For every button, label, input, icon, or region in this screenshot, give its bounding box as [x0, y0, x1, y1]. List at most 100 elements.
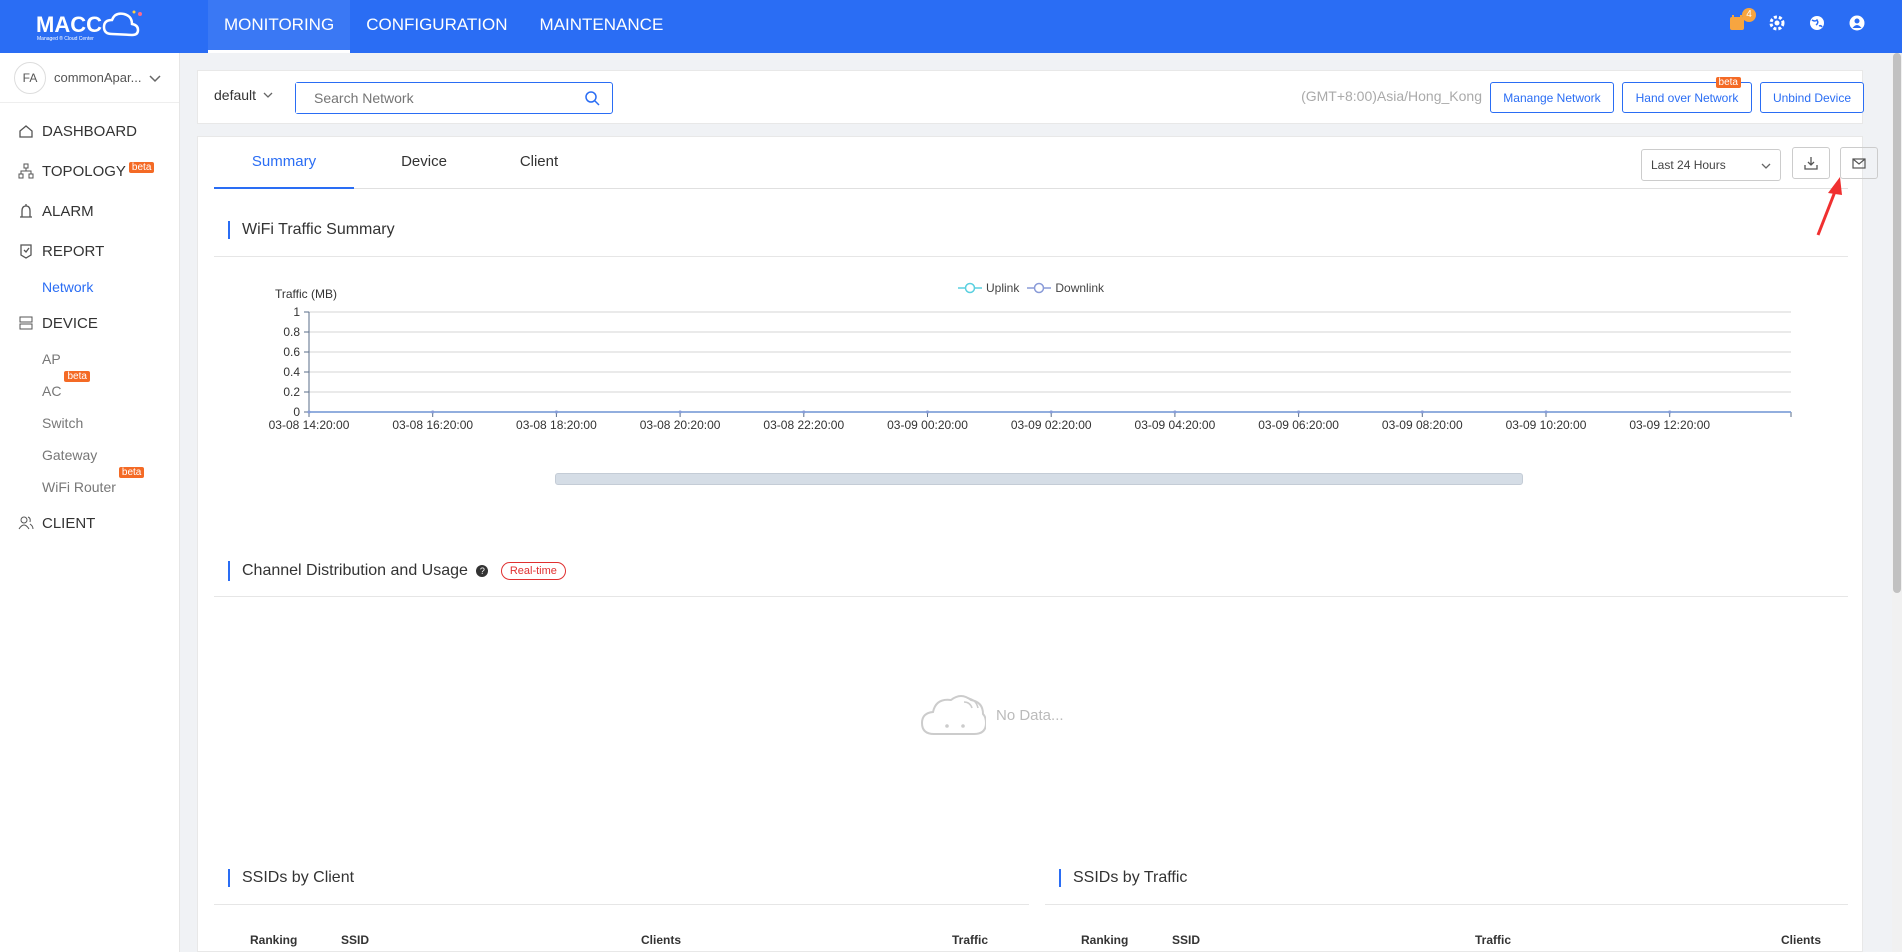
sidebar-item-gateway[interactable]: Gateway	[0, 439, 179, 471]
sidebar-item-label: WiFi Router	[42, 479, 116, 495]
top-nav: MONITORING CONFIGURATION MAINTENANCE	[208, 0, 679, 53]
search-icon[interactable]	[584, 90, 600, 106]
beta-badge: beta	[118, 467, 145, 478]
x-tick-label: 03-08 20:20:00	[640, 418, 721, 432]
col-header-traffic: Traffic	[952, 933, 989, 947]
notification-badge: 4	[1742, 8, 1756, 22]
main-card: Summary Device Client Last 24 Hours WiFi…	[197, 136, 1878, 952]
sidebar-item-client[interactable]: CLIENT	[0, 503, 179, 543]
sidebar-item-device[interactable]: DEVICE	[0, 303, 179, 343]
user-icon[interactable]	[1848, 14, 1868, 34]
col-header-ssid: SSID	[341, 933, 370, 947]
sidebar-item-label: DASHBOARD	[42, 122, 138, 140]
notification-icon[interactable]: 4	[1728, 8, 1756, 34]
divider	[1045, 904, 1848, 905]
sidebar-item-label: ALARM	[42, 202, 94, 220]
tab-device[interactable]: Device	[364, 137, 484, 189]
sidebar-item-dashboard[interactable]: DASHBOARD	[0, 111, 179, 151]
x-tick-label: 03-08 16:20:00	[392, 418, 473, 432]
timezone-label: (GMT+8:00)Asia/Hong_Kong	[1301, 88, 1482, 104]
data-point	[1544, 410, 1548, 414]
device-icon	[19, 316, 33, 330]
download-icon	[1804, 157, 1818, 170]
y-tick-label: 1	[293, 305, 300, 319]
search-input[interactable]	[296, 83, 566, 113]
y-tick-label: 0.6	[283, 345, 300, 359]
sidebar-item-label: DEVICE	[42, 314, 98, 332]
annotation-arrow	[1816, 177, 1842, 236]
data-point	[678, 410, 682, 414]
beta-badge: beta	[64, 371, 90, 382]
topology-icon	[18, 163, 34, 179]
network-select[interactable]: default	[214, 87, 274, 103]
sidebar: FA commonApar... DASHBOARD TOPOLOGY beta…	[0, 53, 180, 952]
x-tick-label: 03-09 06:20:00	[1258, 418, 1339, 432]
filter-bar: default (GMT+8:00)Asia/Hong_Kong Manange…	[197, 70, 1864, 124]
nav-configuration[interactable]: CONFIGURATION	[350, 0, 523, 53]
tab-summary[interactable]: Summary	[214, 137, 354, 189]
x-tick-label: 03-09 02:20:00	[1011, 418, 1092, 432]
realtime-badge: Real-time	[500, 561, 566, 580]
hand-over-label: Hand over Network	[1635, 90, 1739, 105]
chevron-down-icon	[263, 92, 273, 98]
data-point	[307, 410, 311, 414]
top-bar: MACC Managed ® Cloud Center MONITORING C…	[0, 0, 1902, 53]
page-scrollbar[interactable]	[1892, 53, 1902, 952]
traffic-line-chart: Traffic (MB) 1 0.8 0.6 0.4 0.2 003-08 14:20:00…	[269, 287, 1792, 432]
data-point	[802, 410, 806, 414]
divider	[214, 596, 1848, 597]
col-header-ssid: SSID	[1172, 933, 1201, 947]
home-icon	[19, 125, 33, 138]
nav-maintenance[interactable]: MAINTENANCE	[524, 0, 680, 53]
nav-monitoring[interactable]: MONITORING	[208, 0, 351, 53]
logo-subtext: Managed ® Cloud Center	[37, 35, 94, 42]
alarm-icon	[20, 204, 32, 218]
sidebar-item-label: TOPOLOGY	[42, 162, 126, 180]
client-icon	[18, 516, 34, 530]
time-range-value: Last 24 Hours	[1651, 158, 1726, 172]
manage-network-button[interactable]: Manange Network	[1490, 82, 1614, 113]
sidebar-item-ap[interactable]: AP	[0, 343, 179, 375]
globe-icon[interactable]	[1808, 14, 1828, 34]
chart-zoom-slider[interactable]	[555, 473, 1523, 485]
data-point	[554, 410, 558, 414]
unbind-device-button[interactable]: Unbind Device	[1760, 82, 1864, 113]
logo-text: MACC	[36, 12, 102, 37]
x-tick-label: 03-09 12:20:00	[1629, 418, 1710, 432]
gear-icon[interactable]	[1768, 14, 1788, 34]
sidebar-item-ac[interactable]: ACbeta	[0, 371, 179, 407]
col-header-traffic: Traffic	[1475, 933, 1512, 947]
cloud-icon	[920, 695, 986, 735]
x-tick-label: 03-09 00:20:00	[887, 418, 968, 432]
sidebar-item-alarm[interactable]: ALARM	[0, 191, 179, 231]
sidebar-item-network[interactable]: Network	[0, 271, 179, 303]
help-icon[interactable]: ?	[476, 564, 489, 577]
tenant-selector[interactable]: FA commonApar...	[0, 53, 179, 103]
y-tick-label: 0.2	[283, 385, 300, 399]
sidebar-item-wifi-router[interactable]: WiFi Routerbeta	[0, 467, 179, 503]
tab-client[interactable]: Client	[484, 137, 594, 189]
sidebar-item-report[interactable]: REPORT	[0, 231, 179, 271]
section-title-ssids-traffic: SSIDs by Traffic	[1059, 869, 1187, 887]
beta-badge: beta	[1715, 77, 1741, 88]
sidebar-item-topology[interactable]: TOPOLOGY beta	[0, 151, 179, 191]
y-tick-label: 0.8	[283, 325, 300, 339]
y-axis-label: Traffic (MB)	[275, 287, 337, 301]
tab-bar: Summary Device Client Last 24 Hours	[214, 137, 1878, 189]
macc-logo[interactable]: MACC Managed ® Cloud Center	[36, 10, 156, 44]
scrollbar-thumb[interactable]	[1893, 53, 1901, 593]
data-point	[431, 410, 435, 414]
divider	[214, 256, 1848, 257]
chevron-down-icon	[1761, 163, 1771, 169]
sidebar-item-label: REPORT	[42, 242, 105, 260]
x-tick-label: 03-08 14:20:00	[269, 418, 350, 432]
tenant-name: commonApar...	[54, 70, 142, 85]
sidebar-item-switch[interactable]: Switch	[0, 407, 179, 439]
hand-over-network-button[interactable]: Hand over Network beta	[1622, 77, 1752, 113]
data-point	[1049, 410, 1053, 414]
report-icon	[20, 244, 32, 259]
time-range-select[interactable]: Last 24 Hours	[1641, 149, 1781, 181]
x-tick-label: 03-09 08:20:00	[1382, 418, 1463, 432]
search-box	[295, 82, 613, 114]
no-data-placeholder: No Data...	[920, 694, 1064, 736]
